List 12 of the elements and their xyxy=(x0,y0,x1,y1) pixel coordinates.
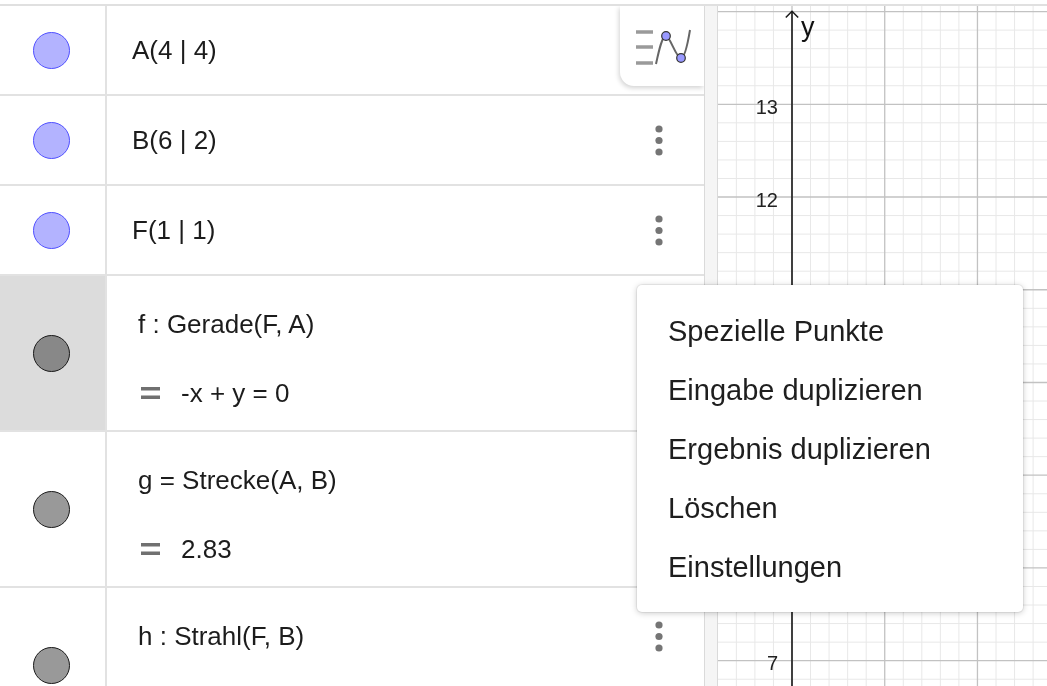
definition-text: f : Gerade(F, A) xyxy=(138,309,315,339)
axis-tick-label: 13 xyxy=(755,95,778,118)
axis-tick-label: 12 xyxy=(755,188,778,211)
definition-text: g = Strecke(A, B) xyxy=(138,465,337,495)
definition-text: F(1 | 1) xyxy=(132,215,216,245)
value-text: 2.83 xyxy=(181,534,232,564)
definition-text: h : Strahl(F, B) xyxy=(138,621,305,651)
axis-tick-label: 7 xyxy=(766,652,778,675)
definition-text: A(4 | 4) xyxy=(132,35,217,65)
value-text: -x + y = 0 xyxy=(181,378,290,408)
definition-text: B(6 | 2) xyxy=(132,125,217,155)
axis-label: y xyxy=(801,14,815,41)
